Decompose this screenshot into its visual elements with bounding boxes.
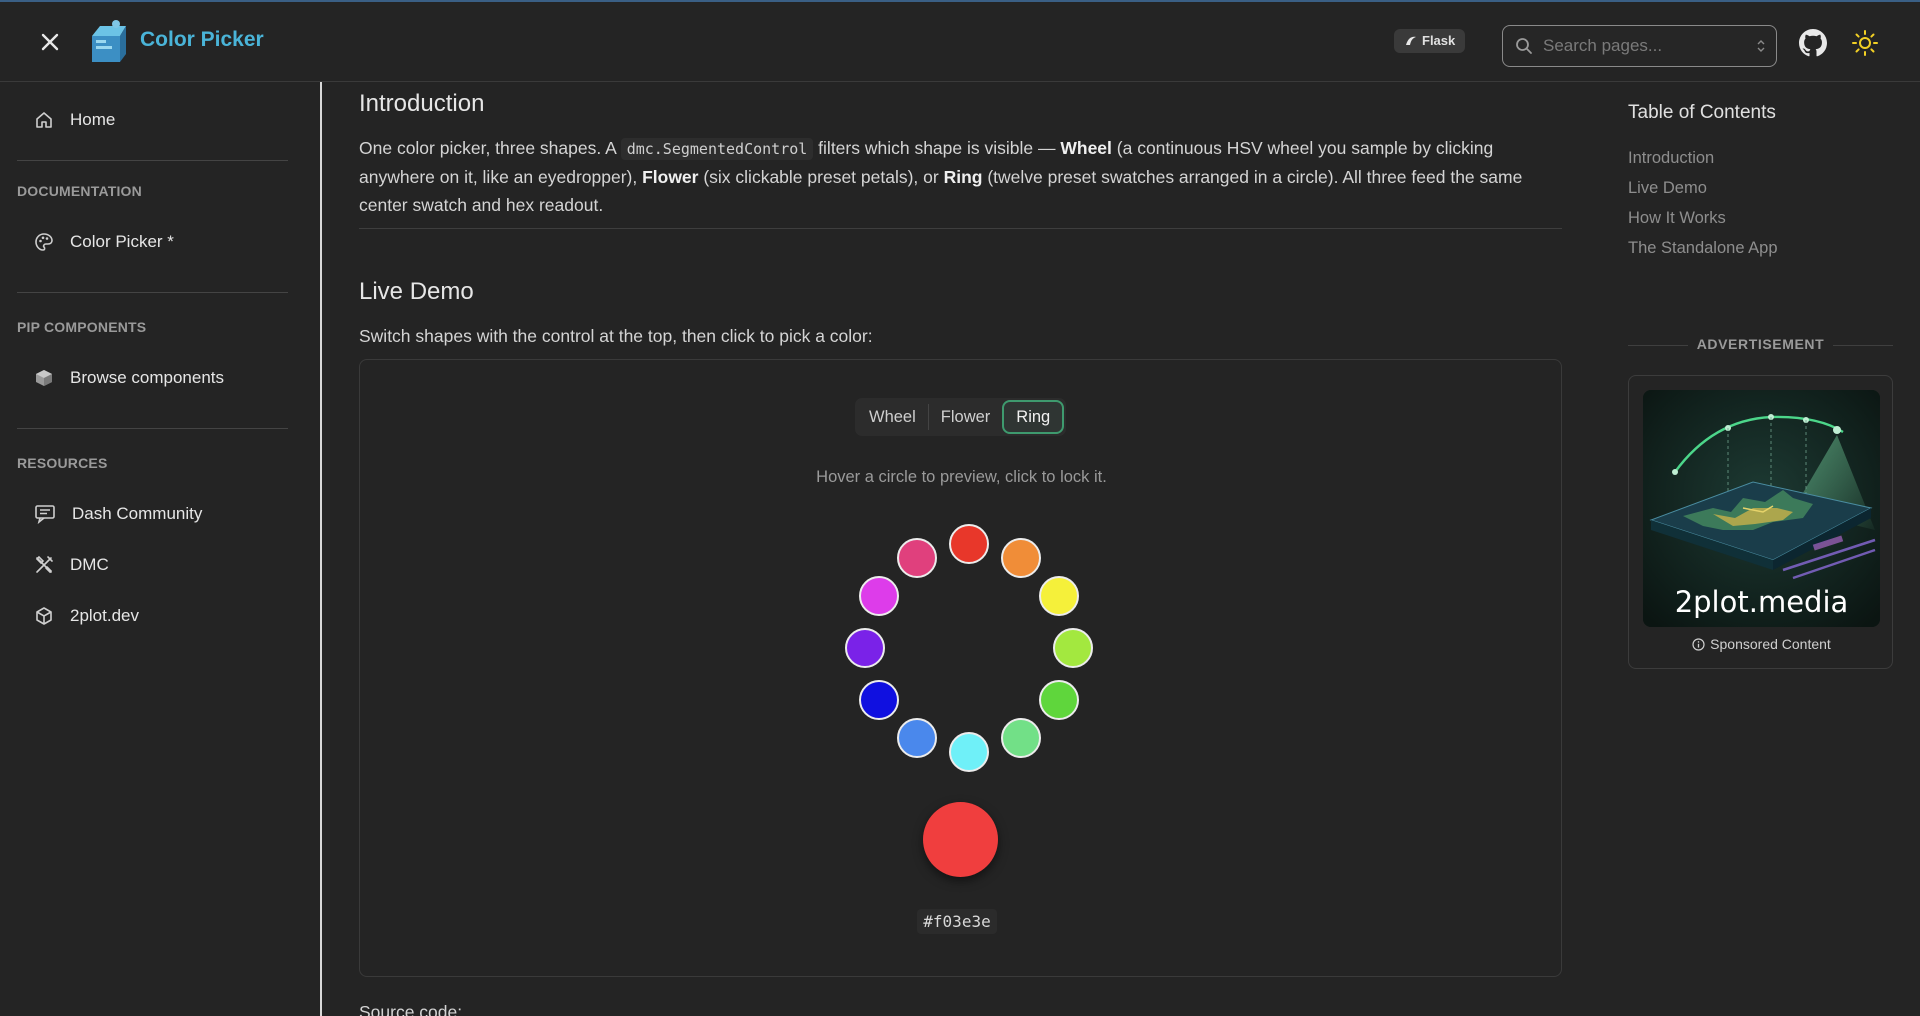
- search-icon: [1515, 37, 1533, 60]
- inline-code: dmc.SegmentedControl: [620, 138, 814, 160]
- framework-badge-label: Flask: [1422, 33, 1456, 48]
- segment-flower[interactable]: Flower: [929, 400, 1003, 434]
- toc-title: Table of Contents: [1628, 102, 1776, 123]
- tools-icon: [35, 555, 53, 574]
- color-swatch[interactable]: [1039, 576, 1080, 616]
- color-swatch[interactable]: [1039, 680, 1080, 720]
- cube-icon: [36, 607, 52, 625]
- color-swatch[interactable]: [858, 576, 899, 616]
- sidebar-item-label: Browse components: [70, 368, 225, 387]
- color-swatch[interactable]: [949, 732, 989, 772]
- toc-link-live-demo[interactable]: Live Demo: [1628, 179, 1707, 198]
- info-icon: [1692, 637, 1705, 651]
- hover-hint: Hover a circle to preview, click to lock…: [816, 468, 1107, 486]
- hex-value: #f03e3e: [917, 909, 997, 934]
- sidebar-item-2plot-dev[interactable]: 2plot.dev: [34, 606, 139, 626]
- source-code-label: Source code:: [359, 1002, 463, 1016]
- sidebar-divider: [17, 428, 288, 429]
- hex-readout: #f03e3e: [360, 909, 1554, 934]
- top-header: Color Picker Flask: [0, 2, 1920, 82]
- toc-link-introduction[interactable]: Introduction: [1628, 149, 1714, 168]
- intro-paragraph: One color picker, three shapes. A dmc.Se…: [359, 138, 1523, 215]
- search-input[interactable]: [1543, 26, 1743, 66]
- demo-heading: Live Demo: [359, 278, 474, 305]
- shape-segmented-control[interactable]: Wheel Flower Ring: [855, 398, 1067, 436]
- sidebar-item-label: Home: [70, 110, 116, 129]
- segment-ring[interactable]: Ring: [1002, 400, 1065, 434]
- palette-icon: [35, 233, 53, 251]
- section-label-documentation: DOCUMENTATION: [17, 183, 142, 199]
- framework-badge: Flask: [1394, 29, 1466, 53]
- section-label-pip-components: PIP COMPONENTS: [17, 319, 147, 335]
- sidebar-item-label: DMC: [70, 555, 109, 574]
- app-logo: [86, 18, 126, 64]
- segment-wheel[interactable]: Wheel: [857, 400, 928, 434]
- ad-card: 2plot.media Sponsored Content: [1628, 375, 1893, 669]
- sun-icon[interactable]: [1851, 29, 1879, 62]
- sidebar-item-dmc[interactable]: DMC: [34, 555, 109, 575]
- selected-color-swatch: [923, 802, 998, 877]
- search-box[interactable]: [1502, 25, 1777, 67]
- ad-image[interactable]: 2plot.media: [1643, 390, 1880, 627]
- toc-link-how-it-works[interactable]: How It Works: [1628, 209, 1726, 228]
- color-swatch[interactable]: [897, 718, 937, 759]
- ad-brand-text: 2plot.media: [1674, 585, 1849, 619]
- sidebar-divider: [17, 160, 288, 161]
- color-swatch[interactable]: [1001, 718, 1041, 759]
- sponsored-content-label: Sponsored Content: [1629, 636, 1894, 652]
- color-swatch[interactable]: [858, 680, 899, 720]
- color-swatch[interactable]: [949, 524, 989, 564]
- color-swatch[interactable]: [1053, 628, 1093, 668]
- close-icon[interactable]: [36, 28, 64, 56]
- section-label-resources: RESOURCES: [17, 455, 108, 471]
- sidebar-divider: [17, 292, 288, 293]
- sidebar-item-dash-community[interactable]: Dash Community: [34, 504, 202, 524]
- package-icon: [36, 370, 52, 386]
- demo-instructions: Switch shapes with the control at the to…: [359, 326, 873, 346]
- color-swatch[interactable]: [845, 628, 885, 668]
- intro-heading: Introduction: [359, 90, 485, 117]
- sidebar-item-label: 2plot.dev: [70, 606, 139, 625]
- advertisement-label: ADVERTISEMENT: [1696, 336, 1825, 352]
- live-demo-panel: Wheel Flower Ring Hover a circle to prev…: [359, 359, 1562, 977]
- section-divider: [359, 228, 1562, 229]
- sidebar-item-label: Dash Community: [72, 504, 203, 523]
- home-icon: [36, 112, 52, 128]
- color-swatch[interactable]: [1001, 537, 1041, 578]
- app-title[interactable]: Color Picker: [140, 28, 264, 52]
- github-icon[interactable]: [1799, 29, 1827, 62]
- color-swatch[interactable]: [897, 537, 937, 578]
- flask-logo-icon: [1406, 36, 1416, 45]
- sidebar-item-browse-components[interactable]: Browse components: [34, 368, 224, 388]
- sidebar-item-label: Color Picker *: [70, 232, 174, 251]
- sidebar-item-color-picker[interactable]: Color Picker *: [34, 232, 174, 252]
- color-ring: [839, 518, 1099, 778]
- selector-chevron-icon: [1756, 38, 1766, 59]
- toc-link-standalone-app[interactable]: The Standalone App: [1628, 239, 1778, 258]
- forum-icon: [35, 505, 55, 524]
- sidebar: Home DOCUMENTATION Color Picker * PIP CO…: [0, 82, 322, 1016]
- sidebar-item-home[interactable]: Home: [34, 110, 115, 130]
